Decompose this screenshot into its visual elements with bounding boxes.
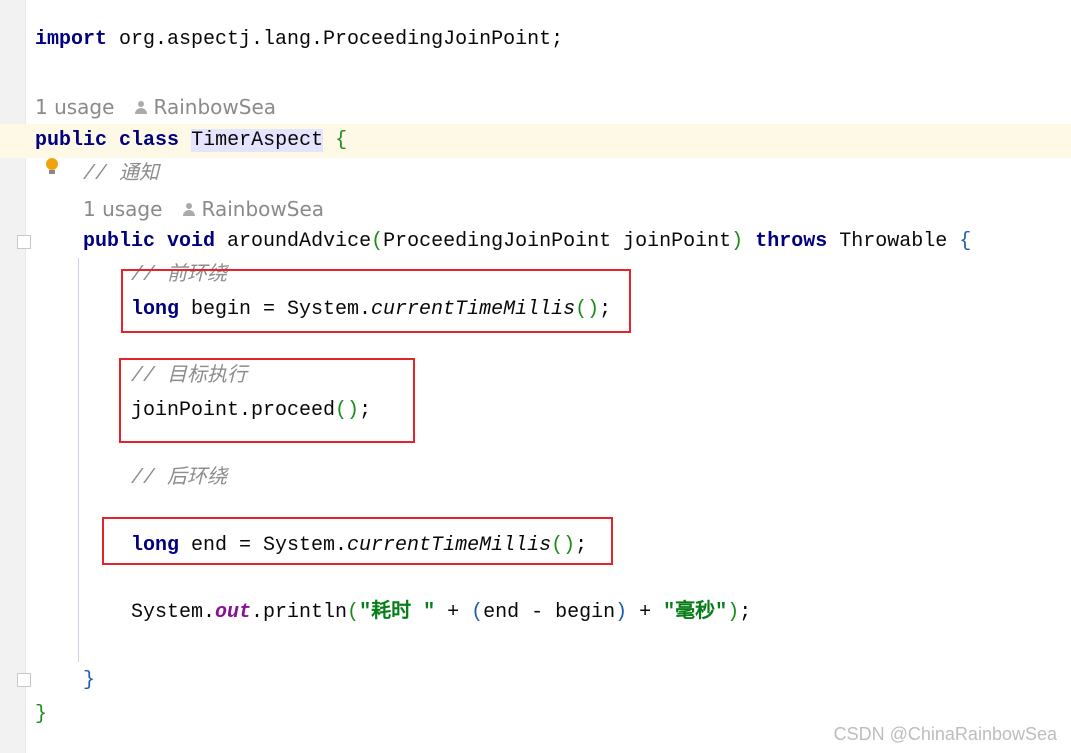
- author-name: RainbowSea: [153, 95, 277, 119]
- editor-gutter: [0, 0, 26, 753]
- person-icon: [182, 203, 196, 217]
- highlight-box-before: [121, 269, 631, 333]
- code-line[interactable]: public class TimerAspect {: [35, 124, 347, 158]
- code-token: out: [215, 601, 252, 624]
- code-token: +: [435, 601, 472, 624]
- code-token: ): [615, 601, 628, 624]
- usage-hint[interactable]: 1 usage RainbowSea: [35, 90, 276, 124]
- code-token: {: [335, 129, 348, 152]
- code-token: class: [119, 129, 180, 152]
- usage-count[interactable]: 1 usage: [83, 197, 162, 221]
- watermark: CSDN @ChinaRainbowSea: [833, 724, 1057, 744]
- code-line[interactable]: System.out.println("耗时 " + (end - begin)…: [131, 596, 751, 630]
- code-token: +: [627, 601, 664, 624]
- code-token: throws: [755, 230, 828, 253]
- code-token: ProceedingJoinPoint joinPoint: [383, 230, 732, 253]
- code-token: ): [727, 601, 740, 624]
- code-line[interactable]: }: [35, 698, 47, 732]
- code-token: (: [371, 230, 384, 253]
- code-token: // 后环绕: [131, 467, 228, 490]
- code-token: org.aspectj.lang.ProceedingJoinPoint;: [107, 28, 564, 51]
- code-line[interactable]: import org.aspectj.lang.ProceedingJoinPo…: [35, 23, 563, 57]
- usage-hint[interactable]: 1 usage RainbowSea: [83, 192, 324, 226]
- code-token: Throwable: [827, 230, 960, 253]
- code-token: // 通知: [83, 163, 160, 186]
- code-token: import: [35, 28, 108, 51]
- code-token: public: [83, 230, 156, 253]
- code-token: "耗时 ": [359, 601, 436, 624]
- person-icon: [134, 101, 148, 115]
- code-token: ;: [739, 601, 752, 624]
- code-token: aroundAdvice: [215, 230, 372, 253]
- code-token: "毫秒": [663, 601, 728, 624]
- code-token: public: [35, 129, 108, 152]
- highlight-box-after: [102, 517, 613, 565]
- code-token: ): [731, 230, 744, 253]
- code-token: end - begin: [483, 601, 616, 624]
- highlight-box-proceed: [119, 358, 415, 443]
- code-token: {: [959, 230, 972, 253]
- code-token: (: [347, 601, 360, 624]
- fold-icon[interactable]: [17, 673, 31, 687]
- fold-icon[interactable]: [17, 235, 31, 249]
- indent-guide: [78, 258, 79, 662]
- code-line[interactable]: // 后环绕: [131, 462, 227, 496]
- usage-count[interactable]: 1 usage: [35, 95, 114, 119]
- code-token: .println: [251, 601, 348, 624]
- code-line[interactable]: public void aroundAdvice(ProceedingJoinP…: [83, 225, 971, 259]
- author-name: RainbowSea: [201, 197, 325, 221]
- code-token: }: [35, 703, 48, 726]
- code-token: (: [471, 601, 484, 624]
- code-token: TimerAspect: [191, 129, 324, 152]
- lightbulb-icon[interactable]: [46, 158, 58, 174]
- code-line[interactable]: // 通知: [83, 158, 159, 192]
- code-line[interactable]: }: [83, 664, 95, 698]
- code-token: }: [83, 669, 96, 692]
- code-token: void: [167, 230, 216, 253]
- code-token: System.: [131, 601, 216, 624]
